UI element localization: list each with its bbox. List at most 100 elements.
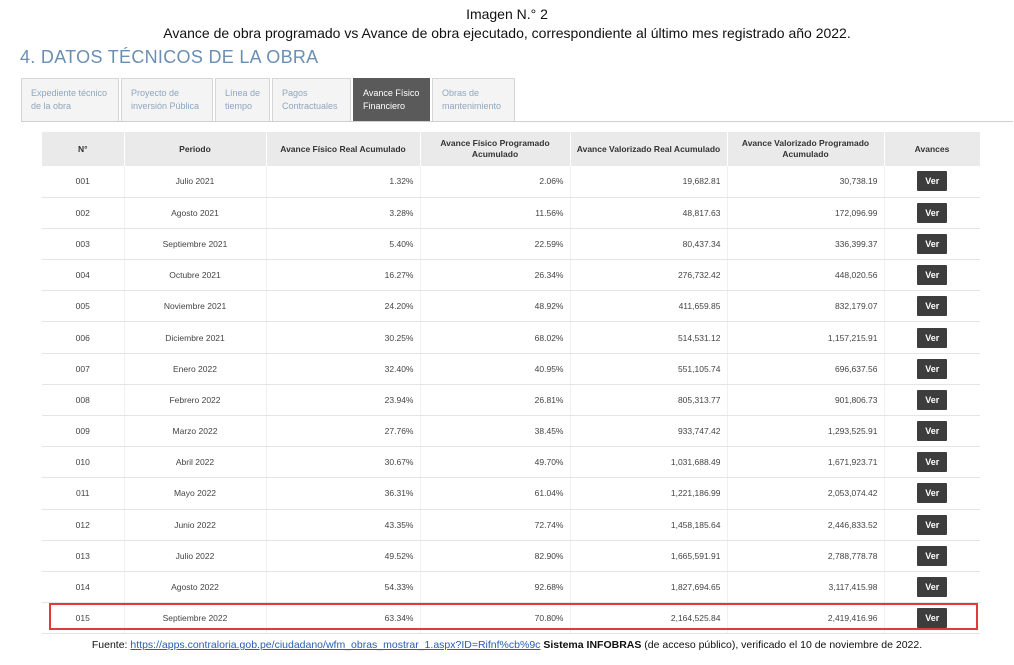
tab-linea-tiempo[interactable]: Línea de tiempo bbox=[215, 78, 270, 121]
footer-suffix: (de acceso público), verificado el 10 de… bbox=[641, 639, 923, 651]
table-row: 005 Noviembre 2021 24.20% 48.92% 411,659.85 8… bbox=[42, 290, 980, 323]
tab-label: Línea de bbox=[225, 88, 261, 98]
footer-system-name: Sistema INFOBRAS bbox=[540, 639, 642, 651]
cell-avances: Ver bbox=[884, 571, 980, 604]
cell-fisico-programado: 61.04% bbox=[420, 477, 571, 510]
cell-numero: 001 bbox=[42, 166, 125, 198]
ver-button[interactable]: Ver bbox=[917, 545, 948, 566]
cell-valorizado-real: 1,458,185.64 bbox=[570, 509, 728, 541]
cell-valorizado-programado: 2,446,833.52 bbox=[727, 509, 885, 541]
table-row: 010 Abril 2022 30.67% 49.70% 1,031,688.49 1,6… bbox=[42, 446, 980, 479]
ver-button[interactable]: Ver bbox=[917, 514, 948, 535]
cell-periodo: Julio 2022 bbox=[124, 540, 267, 572]
cell-fisico-real: 1.32% bbox=[266, 166, 421, 198]
tab-label: de la obra bbox=[31, 101, 72, 111]
cell-fisico-real: 30.25% bbox=[266, 321, 421, 354]
cell-fisico-programado: 40.95% bbox=[420, 353, 571, 385]
cell-avances: Ver bbox=[884, 540, 980, 572]
tab-obras-mantenimiento[interactable]: Obras de mantenimiento bbox=[432, 78, 515, 121]
ver-button[interactable]: Ver bbox=[917, 452, 948, 473]
cell-fisico-programado: 26.34% bbox=[420, 259, 571, 292]
cell-numero: 004 bbox=[42, 259, 125, 292]
cell-fisico-real: 3.28% bbox=[266, 197, 421, 229]
ver-button[interactable]: Ver bbox=[917, 296, 948, 317]
ver-button[interactable]: Ver bbox=[917, 389, 948, 410]
ver-button[interactable]: Ver bbox=[917, 483, 948, 504]
cell-fisico-programado: 38.45% bbox=[420, 415, 571, 448]
table-row: 008 Febrero 2022 23.94% 26.81% 805,313.77 901… bbox=[42, 384, 980, 417]
cell-fisico-programado: 92.68% bbox=[420, 571, 571, 604]
column-header-fisico-real: Avance Físico Real Acumulado bbox=[266, 132, 421, 166]
cell-numero: 008 bbox=[42, 384, 125, 417]
cell-valorizado-real: 276,732.42 bbox=[570, 259, 728, 292]
cell-fisico-programado: 72.74% bbox=[420, 509, 571, 541]
cell-periodo: Abril 2022 bbox=[124, 446, 267, 479]
tab-avance-fisico-financiero[interactable]: Avance Físico Financiero bbox=[353, 78, 430, 121]
ver-button[interactable]: Ver bbox=[917, 327, 948, 348]
cell-avances: Ver bbox=[884, 353, 980, 385]
ver-button[interactable]: Ver bbox=[917, 421, 948, 442]
cell-avances: Ver bbox=[884, 415, 980, 448]
cell-periodo: Agosto 2022 bbox=[124, 571, 267, 604]
cell-periodo: Diciembre 2021 bbox=[124, 321, 267, 354]
cell-periodo: Julio 2021 bbox=[124, 166, 267, 198]
avance-table-container: N° Periodo Avance Físico Real Acumulado … bbox=[42, 132, 981, 635]
column-header-avances: Avances bbox=[884, 132, 981, 166]
tab-expediente-tecnico[interactable]: Expediente técnico de la obra bbox=[21, 78, 119, 121]
cell-valorizado-programado: 1,157,215.91 bbox=[727, 321, 885, 354]
table-row: 003 Septiembre 2021 5.40% 22.59% 80,437.34 33… bbox=[42, 228, 980, 261]
cell-valorizado-real: 805,313.77 bbox=[570, 384, 728, 417]
table-row: 007 Enero 2022 32.40% 40.95% 551,105.74 696,6… bbox=[42, 353, 980, 385]
cell-valorizado-programado: 2,788,778.78 bbox=[727, 540, 885, 572]
tab-label: Expediente técnico bbox=[31, 88, 108, 98]
cell-numero: 005 bbox=[42, 290, 125, 323]
tab-pagos-contractuales[interactable]: Pagos Contractuales bbox=[272, 78, 351, 121]
cell-valorizado-programado: 172,096.99 bbox=[727, 197, 885, 229]
cell-numero: 006 bbox=[42, 321, 125, 354]
cell-valorizado-real: 19,682.81 bbox=[570, 166, 728, 198]
table-header-row: N° Periodo Avance Físico Real Acumulado … bbox=[42, 132, 981, 166]
cell-numero: 012 bbox=[42, 509, 125, 541]
ver-button[interactable]: Ver bbox=[917, 358, 948, 379]
column-header-numero: N° bbox=[42, 132, 125, 166]
source-link[interactable]: https://apps.contraloria.gob.pe/ciudadan… bbox=[130, 639, 540, 651]
cell-fisico-programado: 26.81% bbox=[420, 384, 571, 417]
cell-avances: Ver bbox=[884, 228, 980, 261]
table-row: 001 Julio 2021 1.32% 2.06% 19,682.81 30,738.1… bbox=[42, 166, 980, 198]
cell-valorizado-programado: 2,053,074.42 bbox=[727, 477, 885, 510]
cell-fisico-real: 49.52% bbox=[266, 540, 421, 572]
ver-button[interactable]: Ver bbox=[917, 233, 948, 254]
cell-valorizado-real: 514,531.12 bbox=[570, 321, 728, 354]
ver-button[interactable]: Ver bbox=[917, 202, 948, 223]
cell-numero: 010 bbox=[42, 446, 125, 479]
cell-fisico-real: 23.94% bbox=[266, 384, 421, 417]
table-row: 013 Julio 2022 49.52% 82.90% 1,665,591.91 2,7… bbox=[42, 540, 980, 572]
tab-label: Proyecto de bbox=[131, 88, 180, 98]
table-row: 002 Agosto 2021 3.28% 11.56% 48,817.63 172,09… bbox=[42, 197, 980, 229]
cell-periodo: Mayo 2022 bbox=[124, 477, 267, 510]
cell-numero: 014 bbox=[42, 571, 125, 604]
cell-fisico-programado: 68.02% bbox=[420, 321, 571, 354]
ver-button[interactable]: Ver bbox=[917, 171, 948, 192]
cell-avances: Ver bbox=[884, 446, 980, 479]
cell-valorizado-programado: 448,020.56 bbox=[727, 259, 885, 292]
cell-numero: 007 bbox=[42, 353, 125, 385]
figure-caption-title: Avance de obra programado vs Avance de o… bbox=[163, 25, 851, 41]
tab-label: inversión Pública bbox=[131, 101, 200, 111]
cell-avances: Ver bbox=[884, 321, 980, 354]
cell-periodo: Octubre 2021 bbox=[124, 259, 267, 292]
cell-valorizado-programado: 336,399.37 bbox=[727, 228, 885, 261]
cell-valorizado-programado: 1,671,923.71 bbox=[727, 446, 885, 479]
cell-numero: 011 bbox=[42, 477, 125, 510]
tab-proyecto-inversion[interactable]: Proyecto de inversión Pública bbox=[121, 78, 213, 121]
column-header-valorizado-real: Avance Valorizado Real Acumulado bbox=[570, 132, 728, 166]
tab-label: Financiero bbox=[363, 101, 406, 111]
avance-table: N° Periodo Avance Físico Real Acumulado … bbox=[42, 132, 981, 635]
cell-periodo: Septiembre 2021 bbox=[124, 228, 267, 261]
cell-periodo: Junio 2022 bbox=[124, 509, 267, 541]
ver-button[interactable]: Ver bbox=[917, 265, 948, 286]
ver-button[interactable]: Ver bbox=[917, 577, 948, 598]
cell-valorizado-programado: 696,637.56 bbox=[727, 353, 885, 385]
cell-valorizado-real: 551,105.74 bbox=[570, 353, 728, 385]
cell-fisico-programado: 11.56% bbox=[420, 197, 571, 229]
